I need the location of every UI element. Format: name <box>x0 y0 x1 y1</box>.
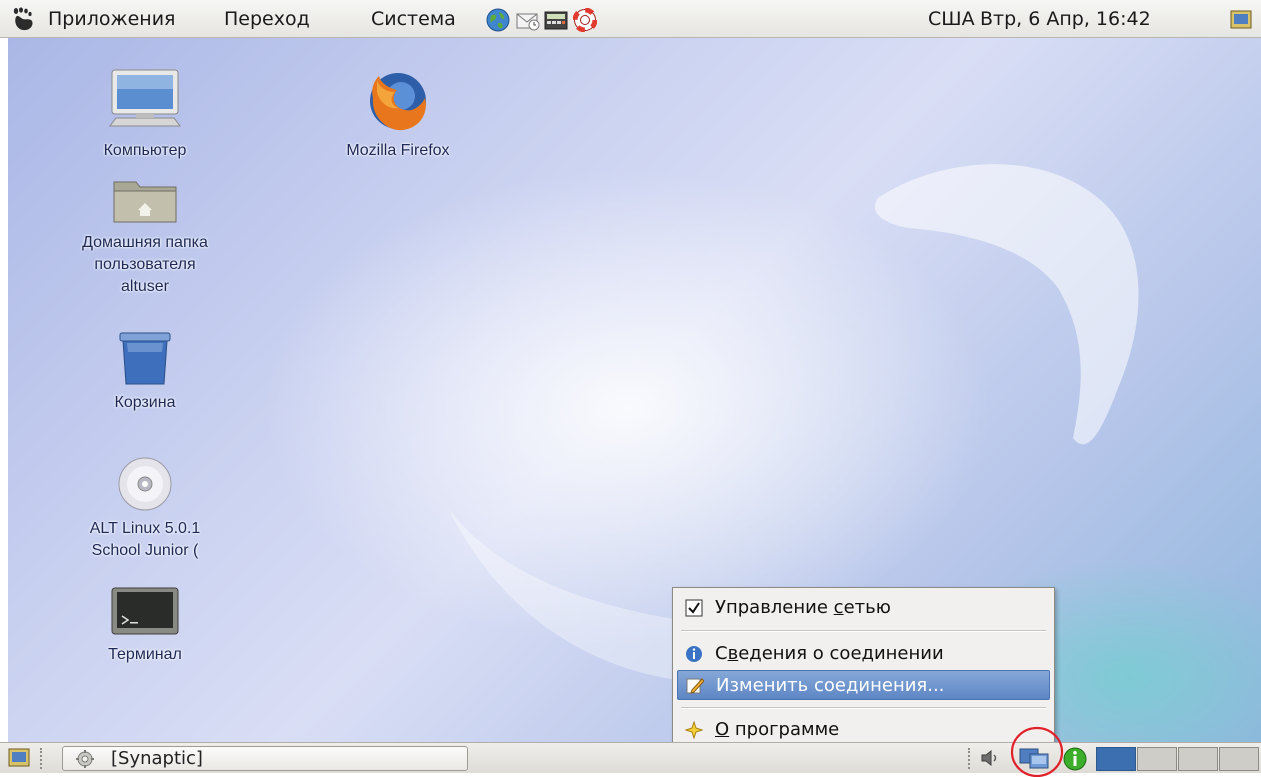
star-icon <box>685 721 703 739</box>
synaptic-icon <box>76 750 94 768</box>
menu-item-about[interactable]: О программе <box>677 715 1050 745</box>
workspace-2[interactable] <box>1137 747 1177 771</box>
taskbar-button-synaptic[interactable]: [Synaptic] <box>62 746 468 771</box>
desktop-icon-trash[interactable]: Корзина <box>60 330 230 414</box>
checkbox-checked-icon <box>685 599 703 617</box>
menu-separator <box>681 707 1046 709</box>
top-panel: Приложения Переход Система США Втр, 6 Ап… <box>0 0 1261 38</box>
workspace-1[interactable] <box>1096 747 1136 771</box>
help-lifebuoy-icon[interactable] <box>573 8 597 32</box>
menu-separator <box>681 630 1046 632</box>
calculator-icon[interactable] <box>544 8 568 32</box>
gnome-foot-icon[interactable] <box>10 7 38 33</box>
icon-label: ALT Linux 5.0.1 <box>89 520 201 537</box>
icon-label: Терминал <box>108 646 182 663</box>
menu-system[interactable]: Система <box>371 0 456 38</box>
desktop-icon-home-folder[interactable]: Домашняя папка пользователя altuser <box>60 176 230 298</box>
workspace-3[interactable] <box>1178 747 1218 771</box>
icon-label: пользователя <box>94 256 196 273</box>
highlight-annotation-circle <box>1010 726 1064 777</box>
workspace-4[interactable] <box>1219 747 1259 771</box>
browser-icon[interactable] <box>486 8 510 32</box>
menu-item-connection-info[interactable]: Сведения о соединении <box>677 639 1050 669</box>
menu-item-enable-networking[interactable]: Управление сетью <box>677 593 1050 623</box>
taskbar-label: [Synaptic] <box>111 748 203 769</box>
icon-label: altuser <box>120 278 170 295</box>
terminal-icon <box>111 587 179 635</box>
trash-icon <box>119 332 171 385</box>
menu-item-label: Изменить соединения... <box>716 675 945 696</box>
volume-icon[interactable] <box>980 748 1002 768</box>
menu-item-label: Управление сетью <box>715 597 891 618</box>
home-folder-icon <box>113 181 177 223</box>
edit-icon <box>686 678 704 694</box>
icon-label: Компьютер <box>103 142 187 159</box>
keyboard-layout-indicator[interactable]: США <box>928 0 975 38</box>
show-desktop-icon[interactable] <box>1230 10 1252 30</box>
menu-applications[interactable]: Приложения <box>48 0 175 38</box>
panel-handle[interactable] <box>40 748 46 769</box>
network-applet-context-menu: Управление сетью Сведения о соединении И… <box>672 587 1055 747</box>
mail-icon[interactable] <box>516 8 540 32</box>
menu-item-label: О программе <box>715 719 840 740</box>
icon-label: Mozilla Firefox <box>346 142 450 159</box>
tray-handle <box>968 748 974 769</box>
desktop-icon-terminal[interactable]: Терминал <box>60 586 230 666</box>
menu-item-label: Сведения о соединении <box>715 643 944 664</box>
clock[interactable]: Втр, 6 Апр, 16:42 <box>980 0 1151 38</box>
info-icon <box>686 646 702 662</box>
show-desktop-icon[interactable] <box>8 748 30 768</box>
info-icon[interactable] <box>1062 746 1088 772</box>
firefox-icon <box>370 73 426 131</box>
bottom-panel: [Synaptic] <box>0 726 1261 777</box>
icon-label: Домашняя папка <box>82 234 208 251</box>
icon-label: Корзина <box>114 394 176 411</box>
desktop-left-edge <box>0 38 8 742</box>
desktop[interactable]: Компьютер Mozilla Firefox Домашняя папка… <box>8 38 1261 742</box>
menu-places[interactable]: Переход <box>224 0 310 38</box>
cdrom-icon <box>118 457 172 511</box>
desktop-icon-firefox[interactable]: Mozilla Firefox <box>313 68 483 162</box>
computer-icon <box>109 69 181 127</box>
desktop-icon-computer[interactable]: Компьютер <box>60 68 230 162</box>
desktop-icon-cdrom[interactable]: ALT Linux 5.0.1 School Junior ( <box>60 456 230 562</box>
dolphin-wallpaper-decoration <box>874 164 1139 445</box>
icon-label: School Junior ( <box>91 542 199 559</box>
menu-item-edit-connections[interactable]: Изменить соединения... <box>677 670 1050 700</box>
